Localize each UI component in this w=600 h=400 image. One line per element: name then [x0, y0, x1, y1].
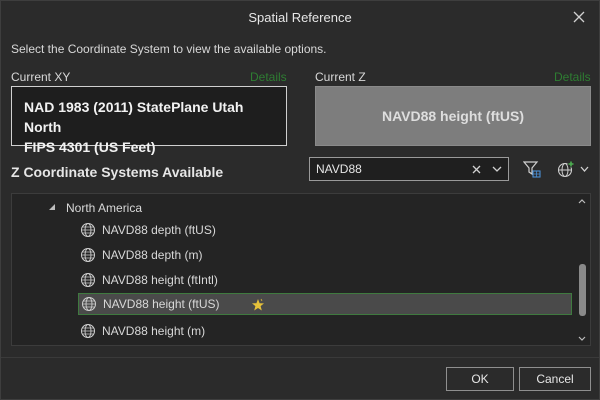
- filter-button[interactable]: [521, 158, 543, 180]
- current-z-value: NAVD88 height (ftUS): [381, 108, 525, 124]
- chevron-down-icon: [580, 166, 588, 172]
- current-z-details-link[interactable]: Details: [554, 70, 591, 84]
- tree-item[interactable]: NAVD88 height (m): [80, 320, 330, 342]
- globe-icon: [80, 272, 96, 288]
- tree-item-selected[interactable]: NAVD88 height (ftUS): [78, 293, 572, 315]
- add-coordinate-system-button[interactable]: [553, 158, 591, 180]
- clear-search-button[interactable]: [466, 158, 486, 180]
- scroll-down-button[interactable]: [575, 332, 589, 344]
- globe-add-icon: [557, 160, 574, 178]
- globe-icon: [80, 247, 96, 263]
- tree-item-label: NAVD88 height (ftUS): [103, 297, 220, 311]
- scroll-up-button[interactable]: [575, 195, 589, 207]
- current-xy-box[interactable]: NAD 1983 (2011) StatePlane Utah North FI…: [11, 86, 287, 155]
- current-z-box[interactable]: NAVD88 height (ftUS): [315, 86, 591, 146]
- cancel-button[interactable]: Cancel: [519, 367, 591, 391]
- filter-icon: [523, 161, 541, 178]
- current-xy-value-line1: NAD 1983 (2011) StatePlane Utah North: [24, 99, 244, 135]
- instruction-text: Select the Coordinate System to view the…: [11, 42, 327, 56]
- chevron-up-icon: [578, 198, 586, 203]
- current-z-label: Current Z: [315, 70, 366, 84]
- tree-group-label: North America: [66, 201, 143, 215]
- tree-item-label: NAVD88 depth (ftUS): [102, 223, 216, 237]
- z-systems-heading: Z Coordinate Systems Available: [11, 164, 224, 180]
- dialog-title: Spatial Reference: [248, 10, 352, 25]
- close-icon: [573, 11, 585, 23]
- chevron-down-icon: [492, 166, 502, 172]
- tree-group-north-america[interactable]: North America: [48, 197, 142, 219]
- ok-button[interactable]: OK: [446, 367, 514, 391]
- current-xy-value-line2: FIPS 4301 (US Feet): [24, 139, 156, 155]
- globe-icon: [80, 323, 96, 339]
- coordinate-system-tree[interactable]: North America NAVD88 depth (ftUS) NAVD88…: [11, 193, 591, 346]
- tree-item-label: NAVD88 depth (m): [102, 248, 203, 262]
- clear-icon: [472, 165, 480, 173]
- tree-item[interactable]: NAVD88 depth (m): [80, 244, 330, 266]
- search-input[interactable]: [310, 162, 466, 176]
- tree-item[interactable]: NAVD88 depth (ftUS): [80, 219, 330, 241]
- star-icon: [251, 298, 265, 312]
- title-bar: Spatial Reference: [1, 1, 599, 35]
- tree-item-label: NAVD88 height (ftIntl): [102, 273, 218, 287]
- search-dropdown-button[interactable]: [486, 158, 508, 180]
- current-xy-details-link[interactable]: Details: [250, 70, 287, 84]
- tree-scrollbar[interactable]: [575, 195, 589, 344]
- chevron-down-icon: [578, 336, 586, 341]
- close-button[interactable]: [569, 7, 589, 27]
- globe-icon: [81, 296, 97, 312]
- current-xy-label: Current XY: [11, 70, 71, 84]
- scrollbar-thumb[interactable]: [579, 264, 586, 316]
- tree-item-label: NAVD88 height (m): [102, 324, 206, 338]
- search-box[interactable]: [309, 157, 509, 181]
- tree-item[interactable]: NAVD88 height (ftIntl): [80, 269, 330, 291]
- globe-icon: [80, 222, 96, 238]
- footer-divider: [1, 357, 599, 358]
- collapse-triangle-icon[interactable]: [48, 203, 58, 213]
- spatial-reference-dialog: Spatial Reference Select the Coordinate …: [0, 0, 600, 400]
